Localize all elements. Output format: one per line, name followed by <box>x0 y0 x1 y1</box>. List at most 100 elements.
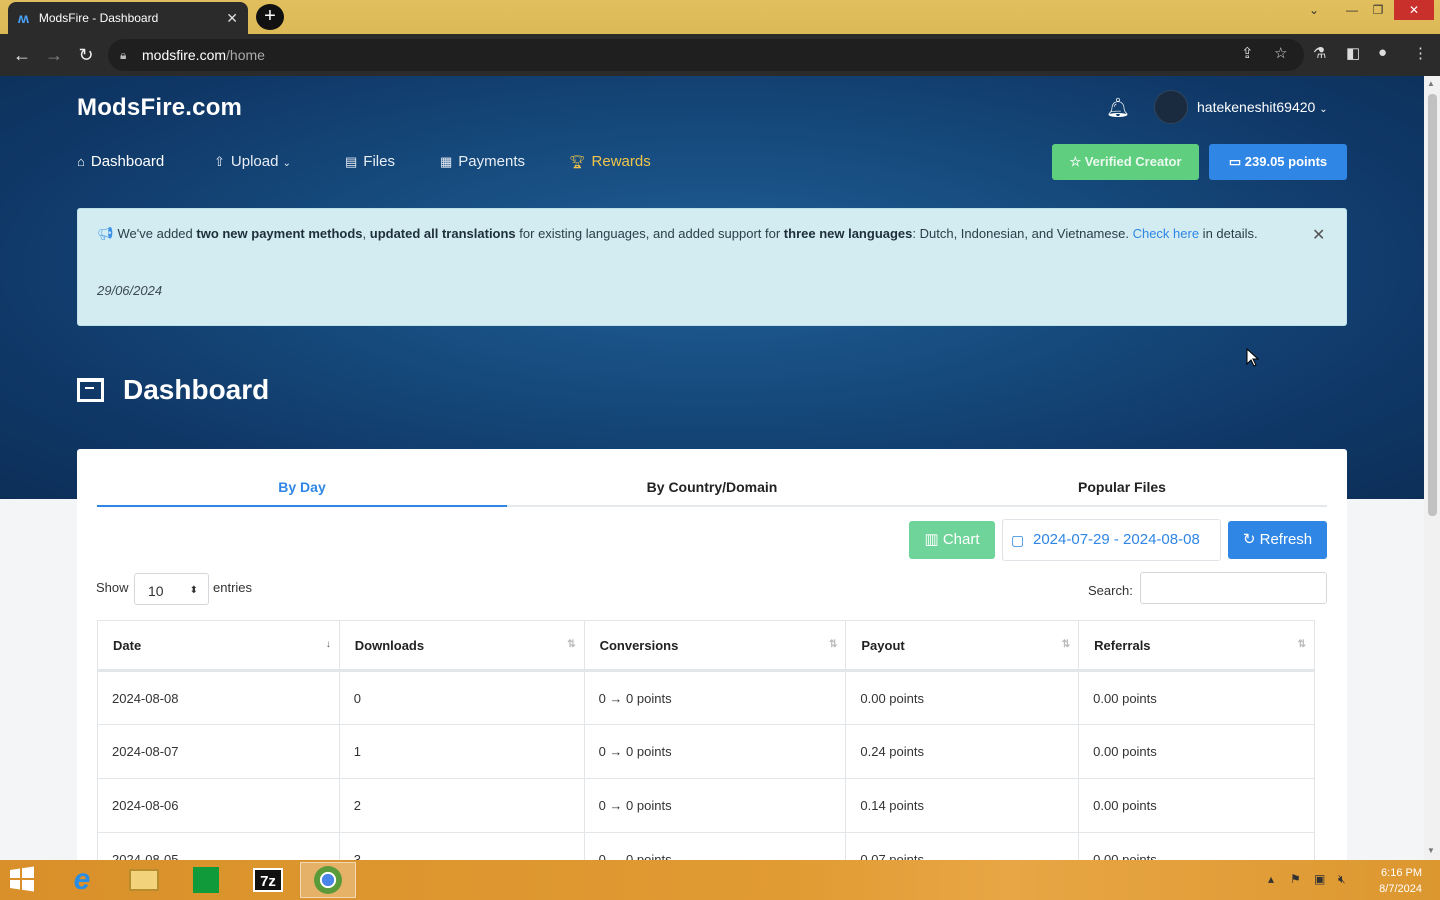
table-row: 2024-08-08 0 0 → 0 points 0.00 points 0.… <box>97 670 1315 725</box>
column-header-conversions[interactable]: Conversions ⇅ <box>583 620 847 672</box>
new-tab-button[interactable]: + <box>256 4 284 30</box>
bookmark-star-icon[interactable]: ☆ <box>1274 44 1287 62</box>
profile-icon[interactable]: ● <box>1378 44 1387 61</box>
cell-date: 2024-08-08 <box>97 670 340 725</box>
file-explorer-icon[interactable] <box>116 862 172 898</box>
payments-icon: ▦ <box>440 154 453 169</box>
alert-bold-3: three new languages <box>783 226 913 241</box>
cell-conversions: 0 → 0 points <box>583 670 847 725</box>
verified-creator-button[interactable]: ☆ Verified Creator <box>1052 144 1199 180</box>
select-arrows-icon: ⬍ <box>189 585 198 596</box>
tab-by-day[interactable]: By Day <box>97 479 507 495</box>
share-icon[interactable]: ⇪ <box>1241 44 1254 62</box>
nav-dashboard[interactable]: ⌂ Dashboard <box>77 153 164 170</box>
stats-table: Date ↓ Downloads ⇅ Conversions ⇅ Payout ⇅ Re… <box>97 620 1315 860</box>
entries-select[interactable]: 10 ⬍ <box>134 573 209 605</box>
show-label: Show <box>96 580 129 595</box>
nav-payments-label: Payments <box>458 153 525 170</box>
table-header-row: Date ↓ Downloads ⇅ Conversions ⇅ Payout ⇅ Re… <box>97 620 1315 672</box>
back-icon[interactable]: ← <box>6 45 38 66</box>
username: hatekeneshit69420 <box>1197 99 1316 115</box>
cell-date: 2024-08-06 <box>97 778 340 833</box>
user-menu[interactable]: hatekeneshit69420 ⌄ <box>1197 99 1328 115</box>
url-host: modsfire.com <box>142 47 227 63</box>
column-header-label: Payout <box>861 637 905 653</box>
megaphone-icon: 📢︎ <box>97 226 114 241</box>
alert-check-here-link[interactable]: Check here <box>1133 226 1199 241</box>
close-tab-icon[interactable]: ✕ <box>226 10 238 27</box>
search-input[interactable] <box>1140 572 1327 604</box>
entries-value: 10 <box>148 583 164 599</box>
tab-search-icon[interactable]: ⌄ <box>1302 0 1326 20</box>
stats-tabs: By Day By Country/Domain Popular Files <box>97 471 1327 507</box>
volume-muted-icon[interactable]: 🔇︎ <box>1338 872 1346 887</box>
files-icon: ▤ <box>345 154 358 169</box>
internet-explorer-icon[interactable]: e <box>54 862 110 898</box>
url-path: /home <box>226 47 265 63</box>
page-title-text: Dashboard <box>123 374 270 405</box>
column-header-referrals[interactable]: Referrals ⇅ <box>1078 620 1315 672</box>
refresh-label: Refresh <box>1259 531 1313 548</box>
close-alert-icon[interactable]: ✕ <box>1312 225 1325 246</box>
cell-payout: 0.24 points <box>845 724 1080 779</box>
mouse-cursor-icon <box>1246 348 1260 367</box>
nav-rewards[interactable]: 🏆︎ Rewards <box>569 153 651 170</box>
chart-label: Chart <box>942 531 980 548</box>
page-scrollbar[interactable]: ▲ ▼ <box>1424 76 1440 860</box>
alert-text-3: for existing languages, and added suppor… <box>515 226 784 241</box>
column-header-payout[interactable]: Payout ⇅ <box>845 620 1080 672</box>
notification-bell-icon[interactable]: 🔔︎ <box>1106 96 1130 120</box>
sort-desc-icon: ↓ <box>325 639 331 650</box>
forward-icon[interactable]: → <box>38 45 70 66</box>
date-range-picker[interactable]: ▢ 2024-07-29 - 2024-08-08 <box>1002 519 1221 561</box>
cell-referrals: 0.00 points <box>1078 832 1315 860</box>
nav-upload[interactable]: ⇧ Upload ⌄ <box>214 153 291 170</box>
nav-payments[interactable]: ▦ Payments <box>440 153 525 170</box>
network-icon[interactable]: ▣ <box>1314 872 1325 886</box>
search-label: Search: <box>1088 583 1133 598</box>
column-header-date[interactable]: Date ↓ <box>97 620 340 672</box>
active-tab-indicator <box>97 505 507 507</box>
side-panel-icon[interactable]: ◧ <box>1346 44 1360 62</box>
date-range-value: 2024-07-29 - 2024-08-08 <box>1033 531 1200 548</box>
avatar[interactable] <box>1154 90 1188 124</box>
chrome-taskbar-icon[interactable] <box>300 862 356 898</box>
chart-icon: ▥ <box>924 531 939 548</box>
extensions-icon[interactable]: ⚗ <box>1313 44 1326 62</box>
cell-downloads: 3 <box>338 832 585 860</box>
alert-text-1: We've added <box>117 226 197 241</box>
sort-icon: ⇅ <box>1061 639 1071 650</box>
address-bar[interactable]: 🔒︎ modsfire.com/home <box>108 39 1304 71</box>
cell-payout: 0.07 points <box>845 832 1080 860</box>
tab-popular-files[interactable]: Popular Files <box>917 479 1327 495</box>
tab-by-country-domain[interactable]: By Country/Domain <box>507 479 917 495</box>
column-header-label: Referrals <box>1094 637 1151 653</box>
page-title: Dashboard <box>77 374 269 406</box>
chart-button[interactable]: ▥ Chart <box>909 521 995 559</box>
column-header-label: Date <box>113 637 142 653</box>
store-icon[interactable] <box>178 862 234 898</box>
close-window-button[interactable]: ✕ <box>1394 0 1434 20</box>
restore-button[interactable]: ❐ <box>1366 0 1390 20</box>
scrollbar-thumb[interactable] <box>1428 94 1437 516</box>
7zip-icon[interactable]: 7z <box>240 862 296 898</box>
scroll-up-icon[interactable]: ▲ <box>1427 79 1435 88</box>
web-page: ModsFire.com 🔔︎ hatekeneshit69420 ⌄ ⌂ Das… <box>0 76 1424 860</box>
refresh-button[interactable]: ↻ Refresh <box>1228 521 1327 559</box>
points-balance-button[interactable]: ▭ 239.05 points <box>1209 144 1347 180</box>
site-logo[interactable]: ModsFire.com <box>77 94 242 122</box>
menu-kebab-icon[interactable]: ⋮ <box>1413 44 1428 62</box>
column-header-label: Downloads <box>354 637 425 653</box>
stats-card: By Day By Country/Domain Popular Files ▥… <box>77 449 1347 860</box>
action-center-flag-icon[interactable]: ⚑ <box>1290 872 1301 886</box>
minimize-button[interactable]: — <box>1340 0 1364 20</box>
nav-files[interactable]: ▤ Files <box>345 153 395 170</box>
windows-start-icon[interactable] <box>8 866 40 894</box>
scroll-down-icon[interactable]: ▼ <box>1427 846 1435 855</box>
taskbar-clock[interactable]: 6:16 PM 8/7/2024 <box>1366 865 1422 897</box>
column-header-downloads[interactable]: Downloads ⇅ <box>338 620 585 672</box>
cell-conversions: 0 → 0 points <box>583 778 847 833</box>
reload-icon[interactable]: ↻ <box>70 45 102 66</box>
browser-tab[interactable]: ʍ ModsFire - Dashboard ✕ <box>8 2 248 34</box>
tray-expand-icon[interactable]: ▴ <box>1268 872 1274 886</box>
